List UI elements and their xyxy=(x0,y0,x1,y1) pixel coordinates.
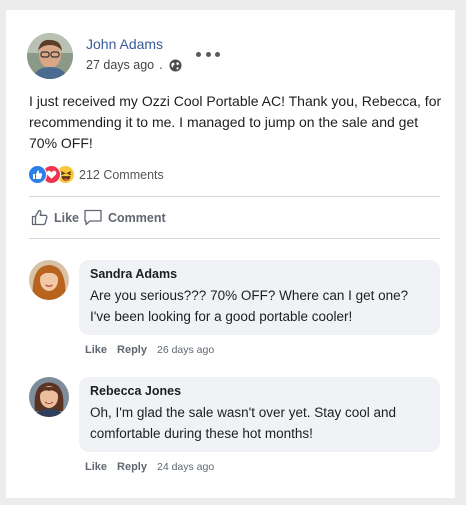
post-card: John Adams 27 days ago . I just received… xyxy=(6,10,455,498)
comment-bubble: Rebecca Jones Oh, I'm glad the sale wasn… xyxy=(79,377,440,452)
like-button-label: Like xyxy=(54,210,80,225)
author-avatar[interactable] xyxy=(27,33,73,79)
comment-time[interactable]: 24 days ago xyxy=(157,461,214,473)
comment-actions: Like Reply 24 days ago xyxy=(85,461,214,473)
commenter-name[interactable]: Sandra Adams xyxy=(90,267,430,281)
divider-bottom xyxy=(29,238,440,239)
comment-reply-link[interactable]: Reply xyxy=(117,344,147,356)
globe-icon xyxy=(169,59,182,72)
like-button[interactable]: Like xyxy=(31,209,79,226)
post-meta: 27 days ago . xyxy=(86,58,182,72)
meta-separator: . xyxy=(159,58,163,72)
more-options-icon[interactable] xyxy=(196,50,220,58)
post-time[interactable]: 27 days ago xyxy=(86,58,154,72)
post-text: I just received my Ozzi Cool Portable AC… xyxy=(29,93,442,151)
comment-reply-link[interactable]: Reply xyxy=(117,461,147,473)
comment-time[interactable]: 26 days ago xyxy=(157,344,214,356)
comment-actions: Like Reply 26 days ago xyxy=(85,344,214,356)
commenter-name[interactable]: Rebecca Jones xyxy=(90,384,430,398)
commenter-avatar[interactable] xyxy=(29,260,69,300)
comment-text: Oh, I'm glad the sale wasn't over yet. S… xyxy=(90,405,397,441)
author-name[interactable]: John Adams xyxy=(86,36,163,52)
comment-button[interactable]: Comment xyxy=(83,209,166,226)
commenter-avatar[interactable] xyxy=(29,377,69,417)
comment-text: Are you serious??? 70% OFF? Where can I … xyxy=(90,288,409,324)
divider-top xyxy=(29,196,440,197)
comment-like-link[interactable]: Like xyxy=(85,344,107,356)
like-reaction-icon xyxy=(28,165,47,184)
comment-count[interactable]: 212 Comments xyxy=(79,168,164,182)
post-action-bar: Like Comment xyxy=(31,209,166,226)
comment-like-link[interactable]: Like xyxy=(85,461,107,473)
reactions-row[interactable]: 212 Comments xyxy=(28,165,164,184)
thumbs-up-icon xyxy=(31,209,48,226)
comment-bubble-icon xyxy=(84,209,102,226)
comment-button-label: Comment xyxy=(108,210,166,225)
comment-bubble: Sandra Adams Are you serious??? 70% OFF?… xyxy=(79,260,440,335)
